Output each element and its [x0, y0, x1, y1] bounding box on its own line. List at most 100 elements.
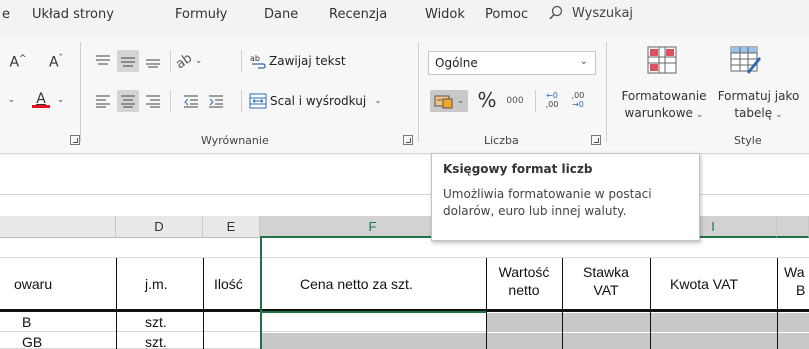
- chevron-down-icon: ⌄: [56, 95, 65, 105]
- accounting-format-icon: [434, 95, 453, 109]
- tooltip-title: Księgowy format liczb: [443, 162, 593, 176]
- merge-center-label: Scal i wyśrodkuj: [270, 94, 367, 108]
- align-top-icon: [96, 55, 110, 65]
- header-cell-jm[interactable]: j.m.: [145, 276, 168, 292]
- chevron-down-icon: ⌄: [579, 56, 588, 67]
- alignment-group-label: Wyrównanie: [201, 134, 269, 147]
- column-header-e[interactable]: E: [203, 216, 260, 238]
- grow-font-button[interactable]: A^: [6, 51, 30, 73]
- column-header-j[interactable]: [777, 216, 809, 238]
- percent-style-button[interactable]: %: [476, 88, 498, 112]
- conditional-formatting-label[interactable]: Formatowanie warunkowe ⌄: [618, 88, 710, 124]
- decrease-decimal-icon: →0: [572, 100, 584, 109]
- orientation-button[interactable]: ab ⌄: [172, 50, 203, 72]
- row-empty: [0, 238, 809, 258]
- selection-border-left: [260, 238, 262, 349]
- cell-towar[interactable]: GB: [22, 334, 42, 349]
- align-center-button[interactable]: [117, 90, 139, 112]
- tab-review[interactable]: Recenzja: [329, 7, 387, 22]
- accounting-format-button[interactable]: ⌄: [430, 90, 468, 112]
- font-color-swatch: [32, 104, 50, 108]
- cell-border: [116, 258, 117, 349]
- chevron-down-icon: ⌄: [374, 96, 382, 106]
- tab-view[interactable]: Widok: [425, 7, 465, 22]
- number-dialog-launcher[interactable]: [591, 135, 601, 145]
- chevron-down-icon: ⌄: [7, 95, 16, 105]
- cell-border: [203, 258, 204, 349]
- cell-border: [777, 258, 778, 349]
- align-middle-button[interactable]: [117, 50, 139, 72]
- font-dialog-launcher[interactable]: [70, 135, 80, 145]
- header-cell-wartosc-brutto[interactable]: Wa B: [784, 263, 809, 299]
- decrease-indent-icon: [184, 95, 198, 108]
- merge-center-button[interactable]: Scal i wyśrodkuj ⌄: [249, 90, 382, 112]
- increase-indent-button[interactable]: [205, 90, 227, 112]
- align-right-icon: [146, 95, 160, 108]
- align-center-icon: [121, 95, 135, 108]
- selection-border-bottom: [260, 311, 486, 313]
- decrease-indent-button[interactable]: [180, 90, 202, 112]
- increase-decimal-button[interactable]: ←0 ,00: [540, 88, 564, 112]
- increase-decimal-icon: ←0: [546, 91, 558, 100]
- group-separator: [418, 42, 419, 142]
- increase-indent-icon: [209, 95, 223, 108]
- chevron-down-icon: ⌄: [775, 110, 783, 120]
- merge-center-icon: [249, 93, 267, 109]
- wrap-text-label: Zawijaj tekst: [269, 54, 346, 68]
- chevron-down-icon: ⌄: [194, 56, 203, 66]
- chevron-down-icon: ⌄: [695, 110, 704, 120]
- cell-border: [650, 258, 651, 349]
- tab-data[interactable]: Dane: [264, 7, 298, 22]
- header-cell-wartosc[interactable]: Wartość netto: [486, 263, 562, 299]
- conditional-formatting-icon: [647, 46, 677, 74]
- inline-separator: [241, 90, 242, 112]
- fill-color-dropdown[interactable]: ⌄: [4, 90, 16, 110]
- align-top-button[interactable]: [92, 50, 114, 72]
- cell-towar[interactable]: B: [22, 314, 31, 330]
- header-cell-cena[interactable]: Cena netto za szt.: [300, 276, 413, 292]
- inline-separator: [535, 90, 536, 112]
- align-left-button[interactable]: [92, 90, 114, 112]
- tab-help[interactable]: Pomoc: [485, 7, 528, 22]
- search-icon: [549, 5, 563, 20]
- align-right-button[interactable]: [142, 90, 164, 112]
- percent-icon: %: [477, 88, 497, 112]
- decrease-decimal-button[interactable]: ,00 →0: [566, 88, 590, 112]
- column-header-d[interactable]: D: [116, 216, 203, 238]
- align-middle-icon: [121, 57, 135, 67]
- shrink-font-button[interactable]: Aˇ: [44, 51, 68, 73]
- alignment-dialog-launcher[interactable]: [403, 135, 413, 145]
- font-color-button[interactable]: A: [30, 88, 52, 110]
- inline-separator: [241, 50, 242, 72]
- header-cell-kwota[interactable]: Kwota VAT: [670, 276, 738, 292]
- font-color-dropdown[interactable]: ⌄: [52, 90, 66, 110]
- excel-window: e Układ strony Formuły Dane Recenzja Wid…: [0, 0, 809, 349]
- wrap-text-button[interactable]: ab Zawijaj tekst: [249, 50, 346, 72]
- tab-home-partial[interactable]: e: [2, 7, 10, 22]
- align-bottom-icon: [146, 59, 160, 68]
- tab-formulas[interactable]: Formuły: [175, 7, 227, 22]
- wrap-text-icon: ab: [250, 54, 266, 69]
- header-cell-ilosc[interactable]: Ilość: [214, 276, 243, 292]
- format-as-table-label[interactable]: Formatuj jako tabelę ⌄: [708, 88, 809, 124]
- cell-jm[interactable]: szt.: [145, 314, 167, 330]
- column-header-c[interactable]: [0, 216, 116, 238]
- comma-style-button[interactable]: 000: [501, 90, 529, 112]
- format-as-table-icon: [730, 46, 761, 74]
- search-box[interactable]: Wyszukaj: [548, 5, 633, 21]
- chevron-down-icon: ⌄: [456, 96, 465, 106]
- align-bottom-button[interactable]: [142, 50, 164, 72]
- header-cell-stawka[interactable]: Stawka VAT: [562, 263, 650, 299]
- group-separator: [80, 42, 81, 142]
- ribbon-tabs: e Układ strony Formuły Dane Recenzja Wid…: [0, 0, 809, 36]
- number-format-select[interactable]: Ogólne ⌄: [428, 51, 596, 75]
- header-cell-towar[interactable]: owaru: [14, 276, 52, 292]
- number-format-value: Ogólne: [435, 56, 478, 70]
- tab-page-layout[interactable]: Układ strony: [32, 7, 114, 22]
- cell-jm[interactable]: szt.: [145, 334, 167, 349]
- thousands-icon: 000: [506, 96, 524, 106]
- orientation-icon: ab: [172, 50, 195, 72]
- conditional-formatting-button[interactable]: [644, 42, 680, 78]
- format-as-table-button[interactable]: [727, 42, 763, 78]
- tooltip-body-line1: Umożliwia formatowanie w postaci: [443, 187, 652, 201]
